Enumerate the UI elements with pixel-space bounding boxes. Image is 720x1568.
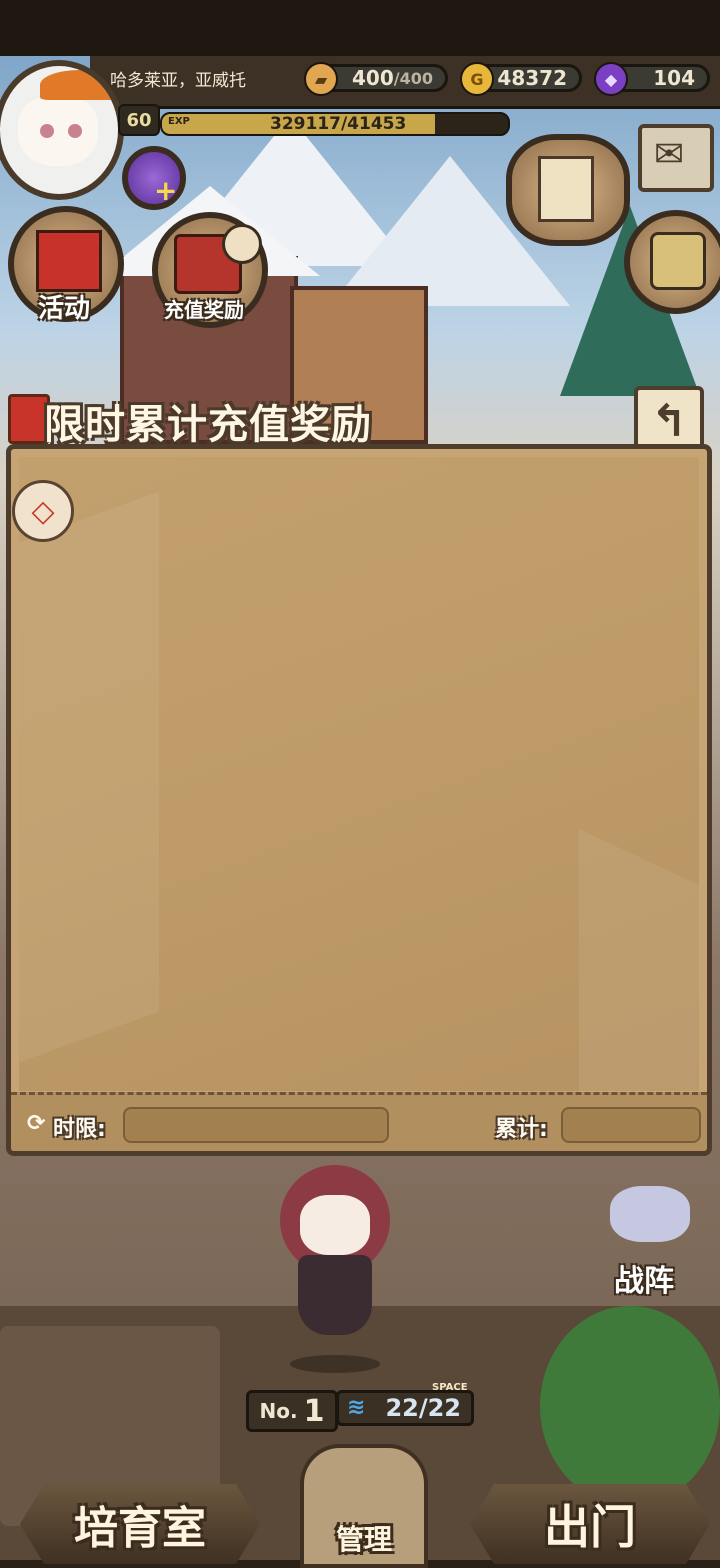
mail-icon: ✉	[654, 134, 685, 175]
gem-value: 104	[653, 66, 695, 90]
gem-icon: ◆	[594, 62, 628, 96]
cumulative-field	[561, 1107, 701, 1143]
gem-plus-icon: +	[154, 174, 178, 207]
avatar-hat	[40, 70, 118, 100]
gold-coin-icon: G	[460, 62, 494, 96]
character-shadow	[290, 1355, 380, 1373]
go-out-button[interactable]: 出门	[470, 1484, 710, 1564]
manage-button[interactable]: 管理	[300, 1444, 428, 1568]
rank-display: No. 1	[246, 1390, 338, 1432]
avatar-face	[18, 96, 98, 166]
panel-title: 限时累计充值奖励	[44, 402, 372, 448]
recharge-reward-label: 充值奖励	[164, 298, 244, 322]
time-limit-field	[123, 1107, 389, 1143]
backpack-icon	[650, 232, 706, 290]
player-name: 哈多莱亚，亚威托	[110, 71, 246, 91]
panel-texture	[19, 491, 159, 1063]
quest-button[interactable]	[506, 134, 630, 246]
header-bar: 哈多莱亚，亚威托 400/400 ▰ 48372 G 104 ◆	[90, 56, 720, 109]
stamina-value: 400	[352, 66, 394, 90]
events-button[interactable]: 活动	[8, 206, 124, 324]
scroll-quest-icon	[538, 156, 594, 222]
formation-label: 战阵	[614, 1264, 674, 1299]
manage-label: 管理	[335, 1523, 392, 1556]
character-sprite[interactable]	[260, 1165, 410, 1375]
panel-title-bar: 限时累计充值奖励	[0, 386, 720, 448]
status-bar-area	[0, 0, 720, 56]
bread-icon: ▰	[304, 62, 338, 96]
avatar-eye	[40, 124, 54, 138]
rank-value: 1	[303, 1393, 325, 1429]
nursery-button[interactable]: 培育室	[20, 1484, 260, 1564]
formation-button[interactable]: 战阵	[590, 1180, 710, 1300]
stamina-max: /400	[393, 68, 433, 88]
recharge-reward-button[interactable]: 充值奖励	[152, 212, 268, 328]
water-icon: ≋	[347, 1395, 366, 1420]
reward-list-area[interactable]	[19, 457, 699, 1151]
gift-icon	[36, 230, 102, 292]
exp-value: 329117/41453	[270, 114, 407, 134]
level-badge: 60	[118, 104, 160, 136]
character-dress	[298, 1255, 372, 1335]
player-avatar[interactable]	[0, 60, 124, 200]
bush-tree	[540, 1306, 720, 1506]
refresh-icon: ⟳	[27, 1111, 46, 1136]
exp-bar: EXP 329117/41453	[160, 112, 510, 136]
formation-characters	[610, 1186, 690, 1242]
go-out-label: 出门	[544, 1500, 636, 1554]
cumulative-label: 累计:	[495, 1117, 548, 1142]
space-display: ≋ 22/22	[336, 1390, 474, 1426]
exp-label: EXP	[168, 116, 190, 127]
mail-button[interactable]: ✉	[638, 124, 714, 192]
space-value: 22/22	[385, 1394, 461, 1422]
gold-value: 48372	[497, 66, 567, 90]
avatar-eye	[68, 124, 82, 138]
back-arrow-icon: ↰	[650, 395, 688, 447]
panel-footer: ⟳ 时限: 累计:	[11, 1092, 707, 1151]
info-icon: ◇	[31, 493, 55, 529]
recharge-reward-panel: ⟳ 时限: 累计:	[6, 444, 712, 1156]
buy-gems-button[interactable]: +	[122, 146, 186, 210]
rank-prefix: No.	[259, 1399, 298, 1423]
events-label: 活动	[38, 294, 91, 324]
nursery-label: 培育室	[74, 1503, 206, 1554]
character-face	[300, 1195, 370, 1255]
clock-icon	[222, 224, 262, 264]
info-button[interactable]: ◇	[12, 480, 74, 542]
time-limit-label: 时限:	[53, 1117, 106, 1142]
backpack-button[interactable]	[624, 210, 720, 314]
